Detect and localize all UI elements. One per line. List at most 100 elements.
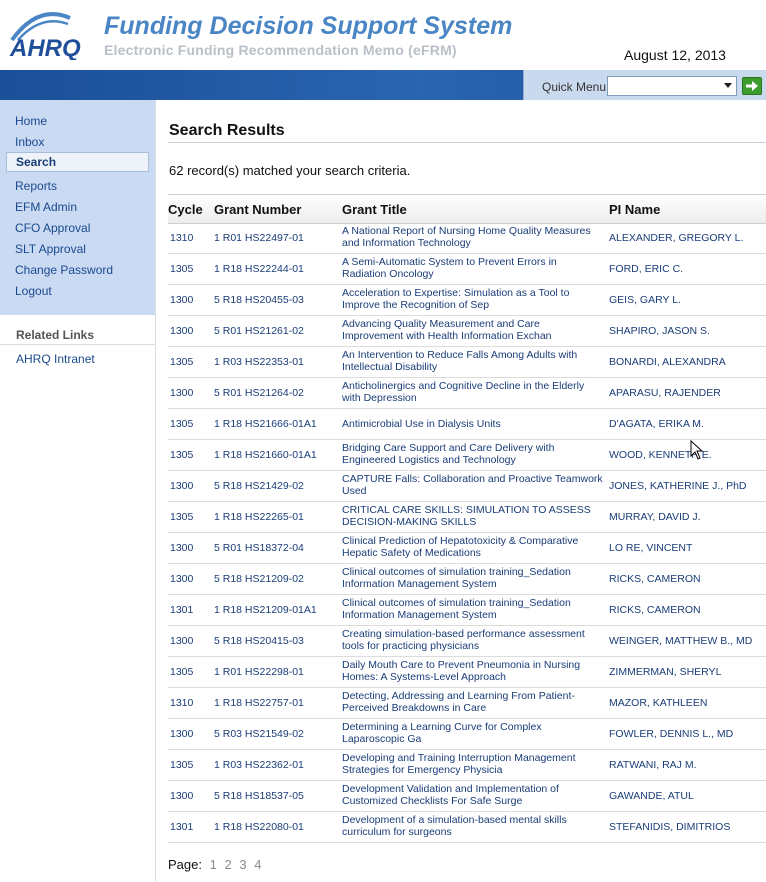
table-row[interactable]: 1305 1 R01 HS22298-01 Daily Mouth Care to … xyxy=(168,657,766,688)
cell-grant-title[interactable]: Daily Mouth Care to Prevent Pneumonia in… xyxy=(342,659,604,683)
page-link-3[interactable]: 3 xyxy=(239,857,246,872)
page-link-4[interactable]: 4 xyxy=(254,857,261,872)
sidebar-item-home[interactable]: Home xyxy=(15,114,47,128)
cell-grant-title[interactable]: An Intervention to Reduce Falls Among Ad… xyxy=(342,349,604,373)
cell-grant-title[interactable]: Antimicrobial Use in Dialysis Units xyxy=(342,418,604,430)
table-row[interactable]: 1301 1 R18 HS21209-01A1 Clinical outcomes … xyxy=(168,595,766,626)
cell-pi-name: APARASU, RAJENDER xyxy=(609,387,721,399)
record-count: 62 record(s) matched your search criteri… xyxy=(169,163,411,178)
cell-grant-title[interactable]: Advancing Quality Measurement and Care I… xyxy=(342,318,604,342)
cell-grant-title[interactable]: Development of a simulation-based mental… xyxy=(342,814,604,838)
cell-grant-title[interactable]: Bridging Care Support and Care Delivery … xyxy=(342,442,604,466)
cell-cycle: 1305 xyxy=(170,356,194,368)
cell-grant-number[interactable]: 1 R18 HS21209-01A1 xyxy=(214,604,317,616)
cell-grant-title[interactable]: Developing and Training Interruption Man… xyxy=(342,752,604,776)
cell-grant-number[interactable]: 5 R01 HS21264-02 xyxy=(214,387,304,399)
table-row[interactable]: 1300 5 R18 HS21209-02 Clinical outcomes of… xyxy=(168,564,766,595)
table-header: Cycle Grant Number Grant Title PI Name xyxy=(168,194,766,224)
page-link-1[interactable]: 1 xyxy=(210,857,217,872)
divider xyxy=(0,344,155,345)
sidebar-item-efm-admin[interactable]: EFM Admin xyxy=(15,200,77,214)
cell-cycle: 1305 xyxy=(170,511,194,523)
column-header-grant-title[interactable]: Grant Title xyxy=(342,202,407,217)
cell-cycle: 1310 xyxy=(170,232,194,244)
sidebar-item-change-password[interactable]: Change Password xyxy=(15,263,113,277)
cell-grant-title[interactable]: A National Report of Nursing Home Qualit… xyxy=(342,225,604,249)
cell-pi-name: ZIMMERMAN, SHERYL xyxy=(609,666,722,678)
quick-menu-select[interactable] xyxy=(607,76,737,96)
sidebar-item-inbox[interactable]: Inbox xyxy=(15,135,44,149)
table-row[interactable]: 1300 5 R18 HS21429-02 CAPTURE Falls: Colla… xyxy=(168,471,766,502)
cell-grant-number[interactable]: 5 R01 HS21261-02 xyxy=(214,325,304,337)
cell-grant-title[interactable]: Acceleration to Expertise: Simulation as… xyxy=(342,287,604,311)
table-row[interactable]: 1310 1 R01 HS22497-01 A National Report of… xyxy=(168,223,766,254)
column-header-cycle[interactable]: Cycle xyxy=(168,202,203,217)
table-row[interactable]: 1300 5 R18 HS18537-05 Development Validati… xyxy=(168,781,766,812)
cell-grant-title[interactable]: Determining a Learning Curve for Complex… xyxy=(342,721,604,745)
cell-grant-number[interactable]: 5 R18 HS18537-05 xyxy=(214,790,304,802)
column-header-grant-number[interactable]: Grant Number xyxy=(214,202,301,217)
cell-grant-number[interactable]: 5 R18 HS20415-03 xyxy=(214,635,304,647)
table-row[interactable]: 1300 5 R01 HS21261-02 Advancing Quality Me… xyxy=(168,316,766,347)
sidebar-item-logout[interactable]: Logout xyxy=(15,284,52,298)
cell-grant-title[interactable]: Detecting, Addressing and Learning From … xyxy=(342,690,604,714)
cell-grant-number[interactable]: 5 R01 HS18372-04 xyxy=(214,542,304,554)
table-row[interactable]: 1300 5 R01 HS18372-04 Clinical Prediction … xyxy=(168,533,766,564)
cell-grant-title[interactable]: Development Validation and Implementatio… xyxy=(342,783,604,807)
column-header-pi-name[interactable]: PI Name xyxy=(609,202,660,217)
cell-grant-number[interactable]: 1 R01 HS22298-01 xyxy=(214,666,304,678)
cell-grant-title[interactable]: CRITICAL CARE SKILLS: SIMULATION TO ASSE… xyxy=(342,504,604,528)
cell-pi-name: ALEXANDER, GREGORY L. xyxy=(609,232,744,244)
cell-grant-number[interactable]: 1 R03 HS22353-01 xyxy=(214,356,304,368)
cell-grant-number[interactable]: 5 R18 HS21209-02 xyxy=(214,573,304,585)
table-row[interactable]: 1300 5 R03 HS21549-02 Determining a Learni… xyxy=(168,719,766,750)
table-row[interactable]: 1300 5 R01 HS21264-02 Anticholinergics and… xyxy=(168,378,766,409)
sidebar-item-reports[interactable]: Reports xyxy=(15,179,57,193)
cell-grant-number[interactable]: 1 R18 HS22244-01 xyxy=(214,263,304,275)
cell-grant-number[interactable]: 1 R18 HS21660-01A1 xyxy=(214,449,317,461)
table-row[interactable]: 1305 1 R03 HS22362-01 Developing and Train… xyxy=(168,750,766,781)
sidebar-item-cfo-approval[interactable]: CFO Approval xyxy=(15,221,90,235)
cell-grant-title[interactable]: Anticholinergics and Cognitive Decline i… xyxy=(342,380,604,404)
cell-grant-number[interactable]: 1 R01 HS22497-01 xyxy=(214,232,304,244)
cell-pi-name: JONES, KATHERINE J., PhD xyxy=(609,480,747,492)
cell-grant-title[interactable]: Clinical outcomes of simulation training… xyxy=(342,597,604,621)
table-row[interactable]: 1305 1 R03 HS22353-01 An Intervention to R… xyxy=(168,347,766,378)
cell-grant-number[interactable]: 5 R03 HS21549-02 xyxy=(214,728,304,740)
cell-grant-number[interactable]: 1 R18 HS22265-01 xyxy=(214,511,304,523)
cell-grant-number[interactable]: 1 R18 HS21666-01A1 xyxy=(214,418,317,430)
table-row[interactable]: 1305 1 R18 HS22265-01 CRITICAL CARE SKILLS… xyxy=(168,502,766,533)
cell-grant-title[interactable]: CAPTURE Falls: Collaboration and Proacti… xyxy=(342,473,604,497)
cell-grant-number[interactable]: 1 R03 HS22362-01 xyxy=(214,759,304,771)
cell-grant-title[interactable]: Creating simulation-based performance as… xyxy=(342,628,604,652)
cell-cycle: 1300 xyxy=(170,387,194,399)
table-row[interactable]: 1310 1 R18 HS22757-01 Detecting, Addressin… xyxy=(168,688,766,719)
table-row[interactable]: 1305 1 R18 HS21666-01A1 Antimicrobial Use … xyxy=(168,409,766,440)
cell-pi-name: GAWANDE, ATUL xyxy=(609,790,694,802)
cell-grant-number[interactable]: 5 R18 HS20455-03 xyxy=(214,294,304,306)
table-row[interactable]: 1300 5 R18 HS20455-03 Acceleration to Expe… xyxy=(168,285,766,316)
related-links-heading: Related Links xyxy=(16,328,95,342)
cell-grant-title[interactable]: Clinical outcomes of simulation training… xyxy=(342,566,604,590)
cell-cycle: 1300 xyxy=(170,728,194,740)
table-row[interactable]: 1305 1 R18 HS21660-01A1 Bridging Care Supp… xyxy=(168,440,766,471)
cell-grant-number[interactable]: 1 R18 HS22080-01 xyxy=(214,821,304,833)
quick-menu-go-button[interactable] xyxy=(742,77,762,95)
table-row[interactable]: 1305 1 R18 HS22244-01 A Semi-Automatic Sys… xyxy=(168,254,766,285)
cell-pi-name: MURRAY, DAVID J. xyxy=(609,511,701,523)
cell-grant-number[interactable]: 5 R18 HS21429-02 xyxy=(214,480,304,492)
cell-grant-title[interactable]: A Semi-Automatic System to Prevent Error… xyxy=(342,256,604,280)
related-link-ahrq-intranet[interactable]: AHRQ Intranet xyxy=(16,352,95,366)
app-header: AHRQ Funding Decision Support System Ele… xyxy=(0,0,766,100)
sidebar: Home Inbox Search Reports EFM Admin CFO … xyxy=(0,100,156,882)
table-row[interactable]: 1300 5 R18 HS20415-03 Creating simulation-… xyxy=(168,626,766,657)
ahrq-logo: AHRQ xyxy=(9,12,81,60)
page-link-2[interactable]: 2 xyxy=(224,857,231,872)
cell-pi-name: RICKS, CAMERON xyxy=(609,604,701,616)
table-row[interactable]: 1301 1 R18 HS22080-01 Development of a sim… xyxy=(168,812,766,843)
cell-grant-number[interactable]: 1 R18 HS22757-01 xyxy=(214,697,304,709)
cell-grant-title[interactable]: Clinical Prediction of Hepatotoxicity & … xyxy=(342,535,604,559)
sidebar-item-slt-approval[interactable]: SLT Approval xyxy=(15,242,86,256)
cell-cycle: 1300 xyxy=(170,325,194,337)
sidebar-item-search[interactable]: Search xyxy=(6,152,149,172)
